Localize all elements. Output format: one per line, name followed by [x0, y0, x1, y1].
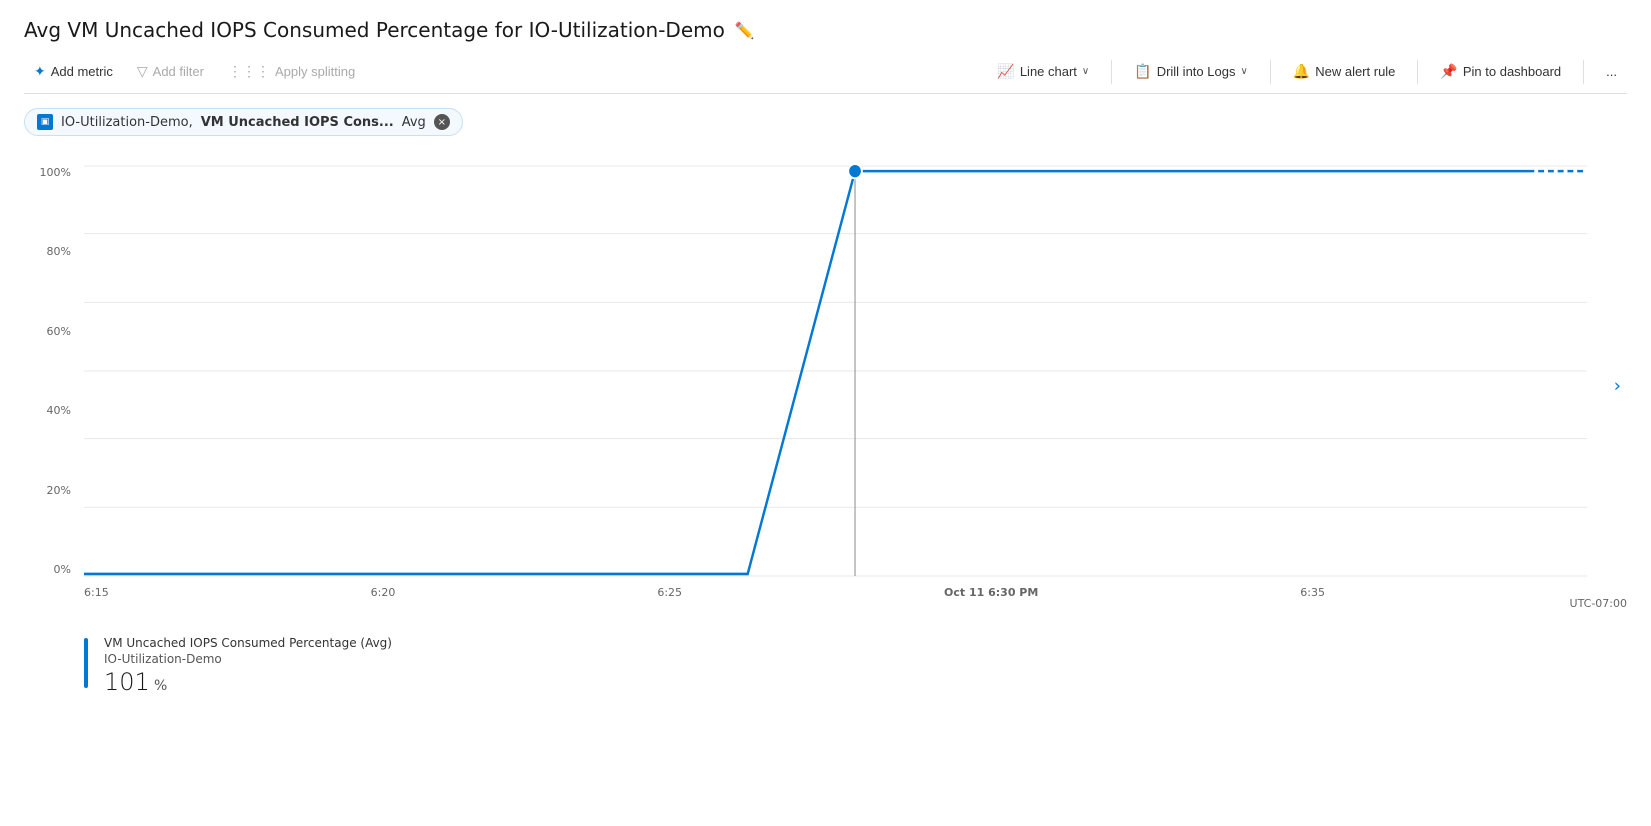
apply-splitting-icon: ⋮⋮⋮	[228, 63, 270, 80]
metric-remove-button[interactable]: ×	[434, 114, 450, 130]
legend-area: VM Uncached IOPS Consumed Percentage (Av…	[24, 626, 1627, 700]
more-options-button[interactable]: ...	[1596, 59, 1627, 84]
x-axis: 6:15 6:20 6:25 Oct 11 6:30 PM 6:35	[84, 580, 1587, 616]
y-label-0: 0%	[54, 563, 71, 576]
add-filter-icon: ▽	[137, 63, 148, 80]
drill-logs-icon: 📋	[1134, 63, 1151, 80]
x-label-635: 6:35	[1300, 586, 1325, 599]
toolbar-right: 📈 Line chart ∨ 📋 Drill into Logs ∨ 🔔 New…	[987, 58, 1627, 85]
line-chart-button[interactable]: 📈 Line chart ∨	[987, 58, 1099, 85]
metric-aggregation: Avg	[402, 115, 426, 130]
vm-resource-icon: ▣	[37, 114, 53, 130]
legend-unit: %	[154, 678, 167, 694]
expand-chart-button[interactable]: ›	[1614, 376, 1621, 397]
page-title: Avg VM Uncached IOPS Consumed Percentage…	[24, 18, 725, 42]
legend-text: VM Uncached IOPS Consumed Percentage (Av…	[104, 636, 392, 696]
x-label-625: 6:25	[657, 586, 682, 599]
toolbar-left: ✦ Add metric ▽ Add filter ⋮⋮⋮ Apply spli…	[24, 58, 987, 85]
y-label-40: 40%	[47, 404, 71, 417]
y-label-20: 20%	[47, 484, 71, 497]
page: Avg VM Uncached IOPS Consumed Percentage…	[0, 0, 1651, 826]
legend-value-row: 101 %	[104, 668, 392, 696]
line-chart-chevron: ∨	[1082, 66, 1089, 77]
metric-pill: ▣ IO-Utilization-Demo, VM Uncached IOPS …	[24, 108, 463, 136]
y-label-100: 100%	[40, 166, 71, 179]
add-filter-button[interactable]: ▽ Add filter	[127, 58, 214, 85]
chart-svg-container	[84, 166, 1587, 576]
legend-title: VM Uncached IOPS Consumed Percentage (Av…	[104, 636, 392, 650]
chart-svg	[84, 166, 1587, 576]
pin-icon: 📌	[1440, 63, 1457, 80]
edit-icon[interactable]: ✏️	[735, 21, 755, 40]
utc-label: UTC-07:00	[1570, 597, 1627, 610]
y-label-60: 60%	[47, 325, 71, 338]
drill-into-logs-button[interactable]: 📋 Drill into Logs ∨	[1124, 58, 1258, 85]
apply-splitting-button[interactable]: ⋮⋮⋮ Apply splitting	[218, 58, 365, 85]
y-label-80: 80%	[47, 245, 71, 258]
toolbar: ✦ Add metric ▽ Add filter ⋮⋮⋮ Apply spli…	[24, 58, 1627, 94]
x-label-620: 6:20	[371, 586, 396, 599]
new-alert-rule-button[interactable]: 🔔 New alert rule	[1283, 58, 1406, 85]
x-label-630: Oct 11 6:30 PM	[944, 586, 1038, 599]
legend-subtitle: IO-Utilization-Demo	[104, 652, 392, 666]
divider-2	[1270, 60, 1271, 84]
drill-logs-chevron: ∨	[1240, 66, 1247, 77]
line-chart-icon: 📈	[997, 63, 1014, 80]
legend-value: 101	[104, 668, 150, 696]
divider-1	[1111, 60, 1112, 84]
add-metric-button[interactable]: ✦ Add metric	[24, 58, 123, 85]
pin-to-dashboard-button[interactable]: 📌 Pin to dashboard	[1430, 58, 1571, 85]
title-row: Avg VM Uncached IOPS Consumed Percentage…	[24, 18, 1627, 42]
metric-resource: IO-Utilization-Demo,	[61, 115, 193, 130]
y-axis: 100% 80% 60% 40% 20% 0%	[24, 166, 79, 576]
chart-area: 100% 80% 60% 40% 20% 0%	[24, 156, 1627, 616]
legend-color-bar	[84, 638, 88, 688]
add-metric-icon: ✦	[34, 63, 46, 80]
divider-3	[1417, 60, 1418, 84]
divider-4	[1583, 60, 1584, 84]
alert-rule-icon: 🔔	[1293, 63, 1310, 80]
x-label-615: 6:15	[84, 586, 109, 599]
metric-metric-name: VM Uncached IOPS Cons...	[201, 115, 394, 130]
